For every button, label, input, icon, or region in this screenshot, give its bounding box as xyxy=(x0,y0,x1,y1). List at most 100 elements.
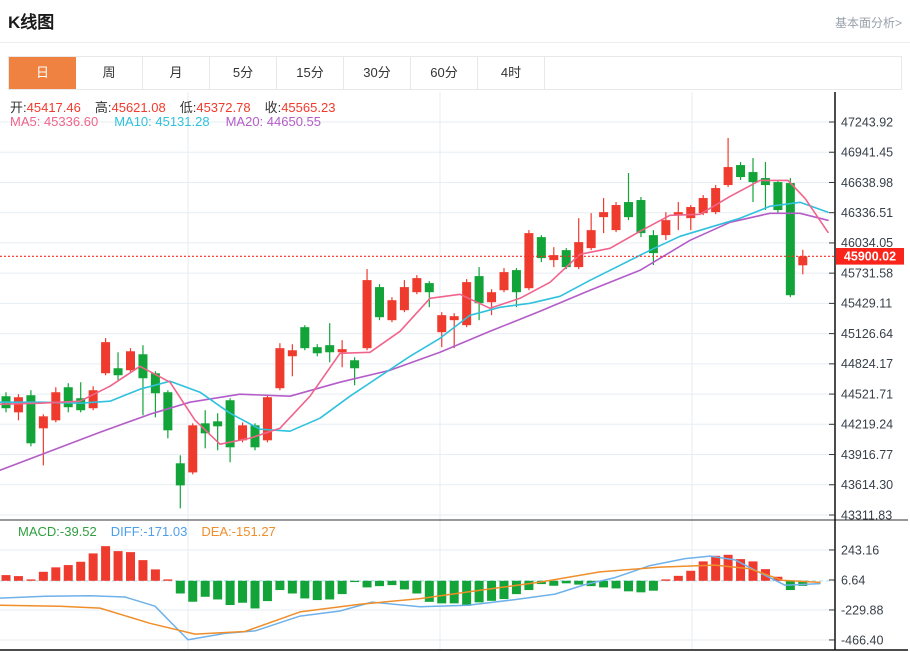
macd-legend-item: MACD:-39.52 xyxy=(18,524,97,539)
macd-bar xyxy=(612,581,621,589)
macd-bar xyxy=(699,561,708,580)
macd-bar xyxy=(263,581,272,601)
candle xyxy=(14,397,23,412)
macd-bar xyxy=(163,579,172,580)
macd-bar xyxy=(387,581,396,585)
axis-label: 46941.45 xyxy=(841,146,893,160)
ma-legend-item: MA20: 44650.55 xyxy=(226,114,321,129)
candle xyxy=(387,300,396,320)
macd-bar xyxy=(188,581,197,602)
candle xyxy=(798,256,807,265)
candle xyxy=(624,202,633,217)
macd-bar xyxy=(288,581,297,594)
axis-label: 44824.17 xyxy=(841,357,893,371)
macd-bar xyxy=(524,581,533,590)
macd-bar xyxy=(89,553,98,580)
candle xyxy=(487,292,496,302)
macd-bar xyxy=(599,581,608,588)
candle xyxy=(101,342,110,373)
macd-bar xyxy=(151,569,160,580)
macd-bar xyxy=(226,581,235,605)
candle xyxy=(400,287,409,310)
axis-label: 46336.51 xyxy=(841,206,893,220)
candle xyxy=(724,167,733,185)
candle xyxy=(749,172,758,182)
macd-bar xyxy=(512,581,521,594)
candle xyxy=(300,327,309,348)
macd-bar xyxy=(574,581,583,585)
candle xyxy=(126,351,135,370)
candle xyxy=(114,368,123,375)
candle xyxy=(275,348,284,388)
ma-legend-item: MA10: 45131.28 xyxy=(114,114,209,129)
candle xyxy=(524,233,533,288)
macd-bar xyxy=(562,581,571,584)
axis-label: 6.64 xyxy=(841,573,865,587)
macd-bar xyxy=(500,581,509,599)
axis-label: 45429.11 xyxy=(841,297,892,311)
candle xyxy=(437,315,446,332)
candle xyxy=(226,400,235,447)
ohlc-value: 45565.23 xyxy=(281,100,335,115)
ohlc-label: 低: xyxy=(180,100,197,115)
macd-bar xyxy=(300,581,309,599)
ohlc-value: 45621.08 xyxy=(111,100,165,115)
macd-bar xyxy=(400,581,409,590)
macd-bar xyxy=(425,581,434,602)
macd-bar xyxy=(649,581,658,591)
kline-page: K线图 基本面分析> 日周月5分15分30分60分4时 开:45417.46高:… xyxy=(0,0,910,652)
candle xyxy=(288,350,297,356)
macd-bar xyxy=(487,581,496,601)
axis-label: 45731.58 xyxy=(841,266,893,280)
candle xyxy=(350,360,359,368)
macd-bar xyxy=(686,571,695,581)
macd-bar xyxy=(674,576,683,581)
candle xyxy=(537,237,546,258)
macd-bar xyxy=(2,575,11,581)
candle xyxy=(786,183,795,295)
candle xyxy=(51,392,60,420)
macd-bar xyxy=(325,581,334,600)
macd-legend-item: DIFF:-171.03 xyxy=(111,524,188,539)
macd-bar xyxy=(176,581,185,594)
macd-bar xyxy=(450,581,459,604)
candle xyxy=(213,421,222,426)
macd-bar xyxy=(363,581,372,588)
ohlc-value: 45417.46 xyxy=(27,100,81,115)
macd-bar xyxy=(14,576,23,581)
macd-bar xyxy=(238,581,247,603)
axis-label: 47243.92 xyxy=(841,115,893,129)
macd-legend-item: DEA:-151.27 xyxy=(201,524,275,539)
axis-label: 43916.77 xyxy=(841,448,893,462)
macd-bar xyxy=(313,581,322,600)
macd-bar xyxy=(624,581,633,592)
candle xyxy=(425,283,434,292)
candle xyxy=(338,349,347,352)
candle xyxy=(599,212,608,217)
candle xyxy=(201,423,210,433)
macd-bar xyxy=(338,581,347,594)
ma-legend-item: MA5: 45336.60 xyxy=(10,114,98,129)
candle xyxy=(238,425,247,440)
candle xyxy=(188,425,197,472)
axis-label: 43614.30 xyxy=(841,478,893,492)
last-price-value: 45900.02 xyxy=(844,250,896,264)
macd-bar xyxy=(51,567,60,580)
axis-label: 43311.83 xyxy=(841,508,892,522)
macd-bar xyxy=(549,581,558,586)
macd-bar xyxy=(101,546,110,581)
macd-bar xyxy=(39,572,48,581)
candle xyxy=(325,345,334,352)
ohlc-label: 开: xyxy=(10,100,27,115)
axis-label: 243.16 xyxy=(841,543,879,557)
candle xyxy=(761,178,770,185)
macd-legend: MACD:-39.52 DIFF:-171.03 DEA:-151.27 xyxy=(18,524,290,539)
candle xyxy=(711,188,720,212)
ma-legend: MA5: 45336.60 MA10: 45131.28 MA20: 44650.5… xyxy=(10,114,337,129)
candle xyxy=(176,463,185,485)
axis-label: 45126.64 xyxy=(841,327,893,341)
macd-bar xyxy=(350,581,359,582)
axis-label: 44521.71 xyxy=(841,387,893,401)
macd-bar xyxy=(126,552,135,581)
macd-bar xyxy=(437,581,446,604)
